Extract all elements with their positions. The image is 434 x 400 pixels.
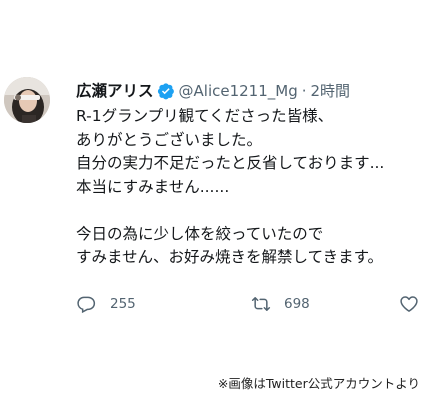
avatar[interactable] (4, 77, 50, 123)
reply-count: 255 (110, 296, 136, 312)
timestamp[interactable]: 2時間 (311, 80, 351, 102)
retweet-icon (251, 297, 271, 311)
like-button[interactable] (398, 290, 420, 318)
tweet-header: 広瀬アリス @Alice1211_Mg · 2時間 (76, 80, 350, 102)
display-name[interactable]: 広瀬アリス (76, 80, 154, 102)
tweet-card: 広瀬アリス @Alice1211_Mg · 2時間 R-1グランプリ観てくださっ… (0, 0, 434, 340)
heart-icon (400, 296, 418, 312)
tweet-actions: 255 698 (72, 290, 434, 318)
tweet-line: R-1グランプリ観てくださった皆様、 (76, 107, 334, 125)
reply-button[interactable]: 255 (76, 290, 136, 318)
image-credit: ※画像はTwitter公式アカウントより (217, 376, 420, 391)
tweet-line: 自分の実力不足だったと反省しております... (76, 154, 385, 172)
tweet-line: ありがとうございました。 (76, 130, 263, 149)
tweet-line: 本当にすみません...... (76, 177, 230, 196)
avatar-photo (4, 77, 50, 123)
reply-icon (77, 296, 96, 314)
verified-badge-icon (157, 82, 175, 100)
tweet-line: 今日の為に少し体を絞っていたので (76, 224, 324, 243)
retweet-button[interactable]: 698 (250, 290, 310, 318)
user-handle[interactable]: @Alice1211_Mg (179, 80, 298, 102)
tweet-body: R-1グランプリ観てくださった皆様、 ありがとうございました。 自分の実力不足だ… (76, 105, 434, 270)
separator-dot: · (301, 82, 307, 100)
retweet-count: 698 (284, 296, 310, 312)
tweet-line: すみません、お好み焼きを解禁してきます。 (76, 248, 384, 266)
